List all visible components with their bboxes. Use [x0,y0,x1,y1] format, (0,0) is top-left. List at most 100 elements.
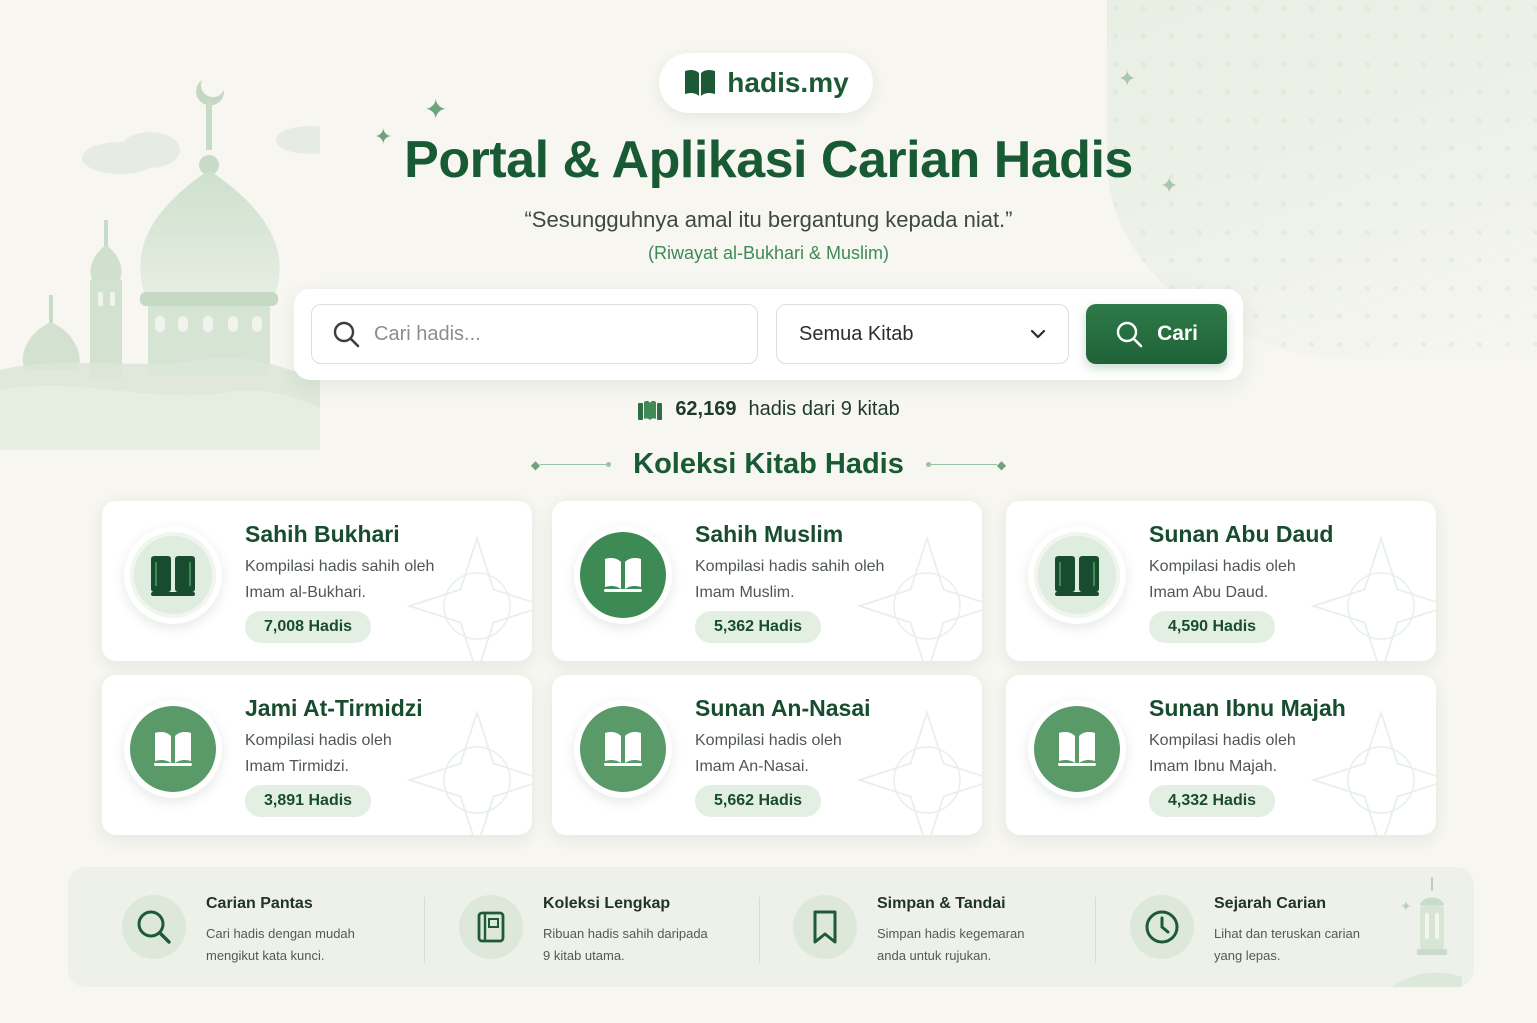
lantern-icon: ✦ [1392,877,1462,987]
feature-title: Carian Pantas [206,895,313,912]
kitab-select[interactable]: Semua Kitab [776,304,1069,364]
feature-title: Sejarah Carian [1214,895,1327,912]
feature-carian-pantas: Carian Pantas Cari hadis dengan mudah me… [122,867,422,987]
open-book-icon [685,69,716,96]
feature-divider [1095,897,1096,963]
kitab-name: Sunan Ibnu Majah [1149,695,1346,721]
kitab-desc-line: Kompilasi hadis oleh [1149,558,1296,575]
closed-book-icon [1055,556,1099,596]
hadith-quote: “Sesungguhnya amal itu bergantung kepada… [524,207,1013,232]
kitab-description: Kompilasi hadis sahih oleh Imam al-Bukha… [245,554,475,606]
search-input[interactable] [374,322,734,346]
feature-simpan-tandai: Simpan & Tandai Simpan hadis kegemaran a… [793,867,1093,987]
open-book-icon [1058,732,1096,766]
kitab-desc-line: Imam Muslim. [695,584,795,601]
kitab-desc-line: Kompilasi hadis sahih oleh [245,558,435,575]
kitab-icon-wrap [574,700,672,798]
kitab-card-sunan-an-nasai[interactable]: Sunan An-Nasai Kompilasi hadis oleh Imam… [552,675,982,835]
collection-header: ◆ Koleksi Kitab Hadis ◆ [0,448,1537,481]
kitab-description: Kompilasi hadis sahih oleh Imam Muslim. [695,554,925,606]
feature-desc-line: yang lepas. [1214,948,1281,963]
page: ✦ ✦ ✦ ✦ hadis.my Portal & Aplikasi Caria… [0,0,1537,1023]
hadith-count-badge: 3,891 Hadis [245,785,372,817]
feature-divider [759,897,760,963]
kitab-desc-line: Kompilasi hadis oleh [245,732,392,749]
search-icon [122,895,186,959]
feature-desc-line: Ribuan hadis sahih daripada [543,926,708,941]
kitab-description: Kompilasi hadis oleh Imam Tirmidzi. [245,728,475,780]
kitab-card-sahih-muslim[interactable]: Sahih Muslim Kompilasi hadis sahih oleh … [552,501,982,661]
kitab-icon-wrap [124,700,222,798]
bookmark-icon [793,895,857,959]
hadith-stats: 62,169 hadis dari 9 kitab [0,398,1537,421]
hadith-count-badge: 7,008 Hadis [245,611,372,643]
clock-icon [1130,895,1194,959]
feature-title: Simpan & Tandai [877,895,1006,912]
sparkle-icon: ✦ [1118,67,1137,92]
books-icon [638,400,663,420]
kitab-desc-line: Kompilasi hadis oleh [1149,732,1296,749]
kitab-icon-wrap [1028,700,1126,798]
kitab-icon-wrap [574,526,672,624]
kitab-name: Sunan An-Nasai [695,695,871,721]
kitab-description: Kompilasi hadis oleh Imam An-Nasai. [695,728,925,780]
kitab-name: Sahih Muslim [695,521,844,547]
search-button[interactable]: Cari [1086,304,1227,364]
closed-book-icon [151,556,195,596]
kitab-description: Kompilasi hadis oleh Imam Abu Daud. [1149,554,1379,606]
page-title: Portal & Aplikasi Carian Hadis [404,131,1133,189]
open-book-icon [604,558,642,592]
feature-desc-line: anda untuk rujukan. [877,948,992,963]
feature-desc-line: Simpan hadis kegemaran [877,926,1025,941]
kitab-card-sahih-bukhari[interactable]: Sahih Bukhari Kompilasi hadis sahih oleh… [102,501,532,661]
kitab-desc-line: Kompilasi hadis sahih oleh [695,558,885,575]
feature-description: Cari hadis dengan mudah mengikut kata ku… [206,923,406,967]
kitab-desc-line: Imam Abu Daud. [1149,584,1269,601]
book-icon [459,895,523,959]
feature-desc-line: Lihat dan teruskan carian [1214,926,1360,941]
kitab-name: Sunan Abu Daud [1149,521,1334,547]
collection-title: Koleksi Kitab Hadis [633,448,904,480]
feature-koleksi-lengkap: Koleksi Lengkap Ribuan hadis sahih darip… [459,867,759,987]
search-field[interactable] [311,304,758,364]
brand-logo[interactable]: hadis.my [659,53,873,113]
open-book-icon [154,732,192,766]
kitab-icon-wrap [124,526,222,624]
search-button-label: Cari [1157,322,1198,345]
title-divider-right: ◆ [925,458,1006,472]
kitab-card-sunan-abu-daud[interactable]: Sunan Abu Daud Kompilasi hadis oleh Imam… [1006,501,1436,661]
kitab-desc-line: Imam Ibnu Majah. [1149,758,1278,775]
hadith-count-badge: 4,590 Hadis [1149,611,1276,643]
feature-desc-line: Cari hadis dengan mudah [206,926,355,941]
feature-divider [424,897,425,963]
chevron-down-icon [1030,329,1046,339]
kitab-icon-wrap [1028,526,1126,624]
feature-description: Simpan hadis kegemaran anda untuk rujuka… [877,923,1077,967]
kitab-desc-line: Kompilasi hadis oleh [695,732,842,749]
search-icon [1116,321,1143,348]
brand-name: hadis.my [727,67,849,98]
hadith-count-badge: 5,362 Hadis [695,611,822,643]
hadith-count-badge: 5,662 Hadis [695,785,822,817]
feature-sejarah-carian: Sejarah Carian Lihat dan teruskan carian… [1130,867,1430,987]
hadith-count-badge: 4,332 Hadis [1149,785,1276,817]
feature-desc-line: 9 kitab utama. [543,948,625,963]
search-panel: Semua Kitab Cari [294,289,1243,380]
kitab-card-jami-at-tirmidzi[interactable]: Jami At-Tirmidzi Kompilasi hadis oleh Im… [102,675,532,835]
svg-text:✦: ✦ [1400,899,1412,915]
feature-description: Ribuan hadis sahih daripada 9 kitab utam… [543,923,743,967]
kitab-desc-line: Imam Tirmidzi. [245,758,349,775]
title-divider-left: ◆ [531,458,612,472]
sparkle-icon: ✦ [424,93,448,126]
kitab-name: Jami At-Tirmidzi [245,695,423,721]
kitab-name: Sahih Bukhari [245,521,400,547]
open-book-icon [604,732,642,766]
hadith-quote-source: (Riwayat al-Bukhari & Muslim) [647,243,890,263]
feature-desc-line: mengikut kata kunci. [206,948,325,963]
kitab-description: Kompilasi hadis oleh Imam Ibnu Majah. [1149,728,1379,780]
hadith-count: 62,169 [675,398,737,420]
kitab-select-value: Semua Kitab [799,322,914,345]
kitab-card-sunan-ibnu-majah[interactable]: Sunan Ibnu Majah Kompilasi hadis oleh Im… [1006,675,1436,835]
feature-description: Lihat dan teruskan carian yang lepas. [1214,923,1414,967]
kitab-desc-line: Imam al-Bukhari. [245,584,366,601]
